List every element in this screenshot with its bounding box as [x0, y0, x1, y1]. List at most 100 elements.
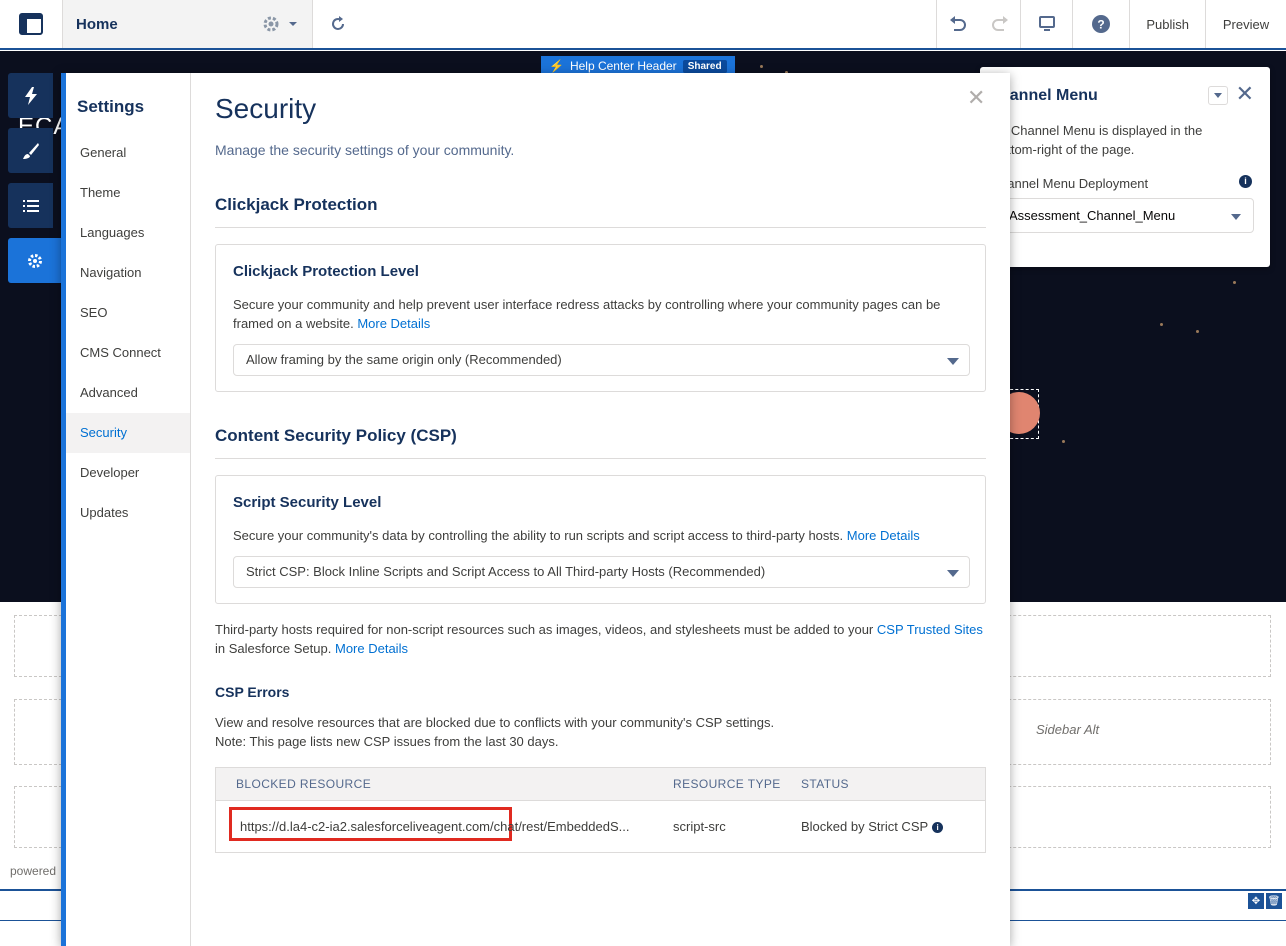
- resource-type-cell: script-src: [673, 819, 726, 834]
- divider: [215, 458, 986, 459]
- theme-button[interactable]: [8, 128, 53, 173]
- csp-note-text: Third-party hosts required for non-scrip…: [215, 622, 874, 637]
- csp-note-suffix: in Salesforce Setup.: [215, 641, 332, 656]
- csp-trusted-sites-link[interactable]: CSP Trusted Sites: [877, 622, 983, 637]
- nav-item-security[interactable]: Security: [66, 413, 190, 453]
- csp-description: Secure your community's data by controll…: [233, 526, 973, 545]
- nav-item-languages[interactable]: Languages: [66, 213, 190, 253]
- redo-icon: [991, 16, 1008, 31]
- decor-star: [760, 65, 763, 68]
- column-header-blocked-resource[interactable]: BLOCKED RESOURCE: [236, 777, 371, 791]
- security-content: ✕ Security Manage the security settings …: [215, 73, 987, 946]
- preview-button[interactable]: Preview: [1206, 0, 1286, 48]
- app-layout-button[interactable]: [0, 0, 63, 48]
- redo-button[interactable]: [979, 0, 1022, 48]
- channel-menu-description: e Channel Menu is displayed in the ottom…: [1000, 123, 1203, 157]
- deployment-select[interactable]: Assessment_Channel_Menu: [1000, 198, 1254, 233]
- column-header-status[interactable]: STATUS: [801, 777, 849, 791]
- nav-item-seo[interactable]: SEO: [66, 293, 190, 333]
- page-structure-button[interactable]: [8, 183, 53, 228]
- decor-star: [1062, 440, 1065, 443]
- settings-button[interactable]: [8, 238, 62, 283]
- csp-note: Third-party hosts required for non-scrip…: [215, 620, 986, 658]
- divider: [215, 227, 986, 228]
- undo-icon: [950, 16, 967, 31]
- clickjack-level-select[interactable]: Allow framing by the same origin only (R…: [233, 344, 970, 376]
- refresh-icon: [332, 16, 344, 30]
- nav-item-theme[interactable]: Theme: [66, 173, 190, 213]
- status-text: Blocked by Strict CSP: [801, 819, 929, 834]
- csp-section-title: Content Security Policy (CSP): [215, 426, 457, 445]
- app-layout-icon: [19, 13, 43, 35]
- nav-item-general[interactable]: General: [66, 133, 190, 173]
- desktop-icon: [1038, 16, 1055, 31]
- script-level-select[interactable]: Strict CSP: Block Inline Scripts and Scr…: [233, 556, 970, 588]
- csp-errors-line1: View and resolve resources that are bloc…: [215, 715, 775, 730]
- clickjack-more-details-link[interactable]: More Details: [357, 316, 430, 331]
- powered-text: powered: [10, 864, 57, 878]
- undo-button[interactable]: [937, 0, 979, 48]
- sidebar-alt-label: Sidebar Alt: [1036, 722, 1100, 737]
- decor-star: [1160, 323, 1163, 326]
- device-preview-button[interactable]: [1021, 0, 1074, 48]
- csp-errors-line2: Note: This page lists new CSP issues fro…: [215, 734, 559, 749]
- settings-panel: Settings General Theme Languages Navigat…: [61, 73, 1010, 946]
- clickjack-level-title: Clickjack Protection Level: [233, 263, 419, 280]
- chevron-down-icon: [947, 570, 959, 577]
- move-icon[interactable]: ✥: [1248, 893, 1264, 909]
- help-icon: ?: [1092, 15, 1111, 33]
- page-title: Security: [215, 93, 317, 124]
- page-title: Home: [76, 15, 118, 33]
- csp-errors-table: BLOCKED RESOURCE RESOURCE TYPE STATUS ht…: [215, 767, 986, 853]
- nav-item-cms-connect[interactable]: CMS Connect: [66, 333, 190, 373]
- csp-errors-description: View and resolve resources that are bloc…: [215, 713, 986, 751]
- info-icon[interactable]: i: [1239, 175, 1252, 188]
- clickjack-selected-option: Allow framing by the same origin only (R…: [246, 352, 562, 367]
- gear-icon: [28, 253, 42, 268]
- close-icon[interactable]: ✕: [967, 85, 987, 111]
- deployment-label: hannel Menu Deployment: [1000, 176, 1149, 191]
- shared-badge: Shared: [682, 59, 727, 73]
- components-button[interactable]: [8, 73, 53, 118]
- page-selector[interactable]: Home: [63, 0, 313, 48]
- status-cell: Blocked by Strict CSP i: [801, 819, 944, 834]
- channel-menu-panel: hannel Menu ✕ e Channel Menu is displaye…: [980, 67, 1270, 267]
- blocked-resource-url[interactable]: https://d.la4-c2-ia2.salesforceliveagent…: [240, 819, 629, 834]
- nav-item-navigation[interactable]: Navigation: [66, 253, 190, 293]
- help-button[interactable]: ?: [1073, 0, 1131, 48]
- list-icon: [22, 199, 39, 212]
- delete-icon[interactable]: 🗑: [1266, 893, 1282, 909]
- clickjack-section-title: Clickjack Protection: [215, 195, 378, 214]
- chevron-down-icon: [947, 358, 959, 365]
- nav-item-advanced[interactable]: Advanced: [66, 373, 190, 413]
- brush-icon: [22, 142, 39, 159]
- refresh-button[interactable]: [313, 0, 363, 48]
- chat-button-component[interactable]: [998, 389, 1040, 439]
- panel-options-button[interactable]: [1208, 86, 1228, 105]
- toolbar-spacer: [363, 0, 938, 48]
- csp-description-text: Secure your community's data by controll…: [233, 528, 844, 543]
- csp-errors-title: CSP Errors: [215, 684, 290, 700]
- close-icon[interactable]: ✕: [1236, 83, 1254, 105]
- script-level-title: Script Security Level: [233, 494, 382, 511]
- decor-star: [1233, 281, 1236, 284]
- publish-button[interactable]: Publish: [1130, 0, 1206, 48]
- table-row[interactable]: https://d.la4-c2-ia2.salesforceliveagent…: [216, 801, 985, 852]
- gear-icon[interactable]: [262, 15, 280, 33]
- settings-nav: Settings General Theme Languages Navigat…: [66, 73, 191, 946]
- info-icon[interactable]: i: [932, 822, 944, 833]
- chevron-down-icon[interactable]: [288, 20, 298, 28]
- chevron-down-icon: [1231, 214, 1241, 220]
- nav-item-developer[interactable]: Developer: [66, 453, 190, 493]
- component-tools: ✥ 🗑: [1248, 893, 1282, 909]
- lightning-icon: [24, 86, 37, 105]
- decor-star: [1196, 330, 1199, 333]
- csp-note-more-details-link[interactable]: More Details: [335, 641, 408, 656]
- script-selected-option: Strict CSP: Block Inline Scripts and Scr…: [246, 564, 766, 579]
- nav-item-updates[interactable]: Updates: [66, 493, 190, 533]
- column-header-resource-type[interactable]: RESOURCE TYPE: [673, 777, 781, 791]
- lightning-icon: ⚡: [549, 59, 564, 73]
- builder-toolbar: Home ? Publish Preview: [0, 0, 1286, 50]
- csp-more-details-link[interactable]: More Details: [847, 528, 920, 543]
- table-header: BLOCKED RESOURCE RESOURCE TYPE STATUS: [216, 768, 985, 801]
